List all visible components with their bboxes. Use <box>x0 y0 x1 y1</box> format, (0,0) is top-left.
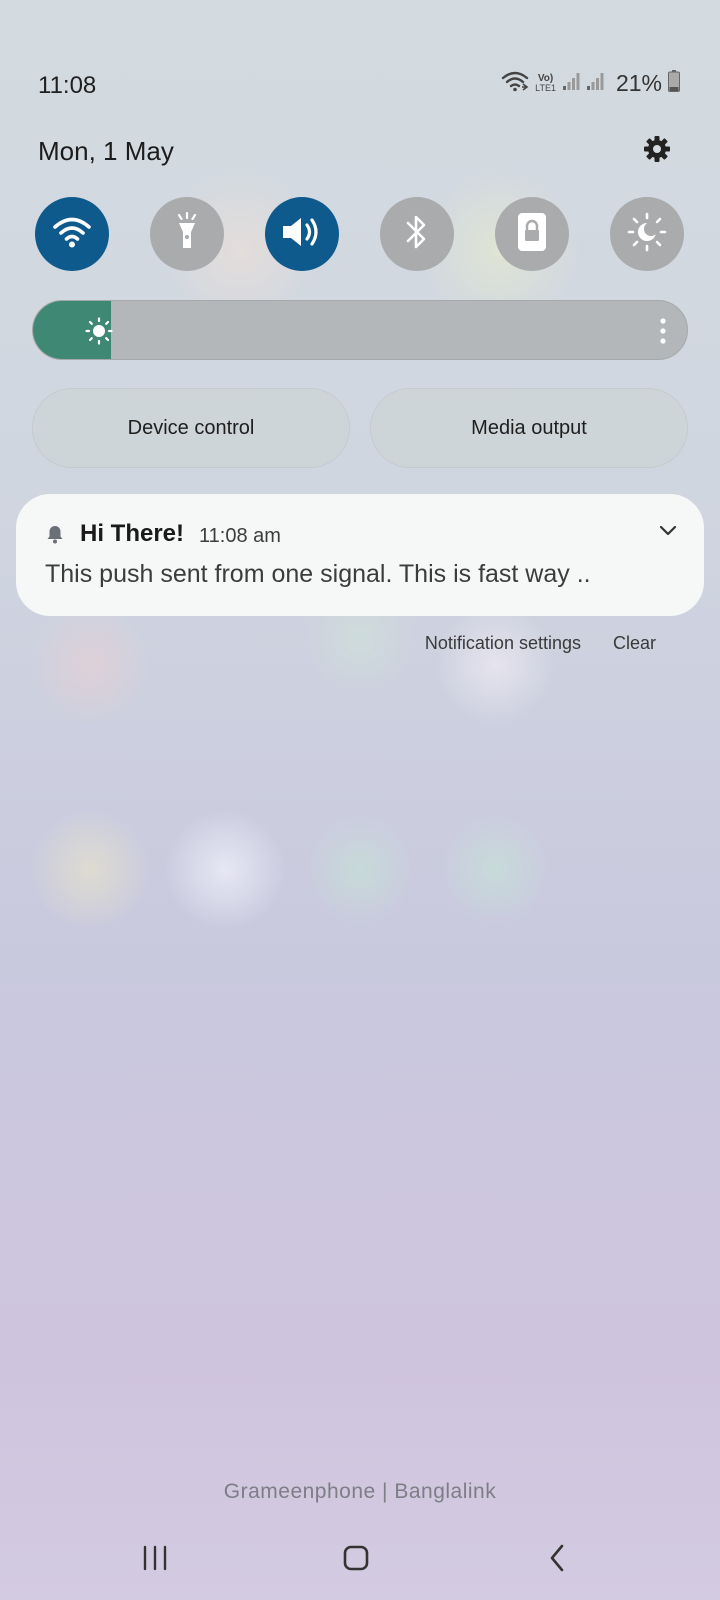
gear-icon <box>643 135 671 168</box>
bell-icon <box>46 524 64 549</box>
status-bar: 11:08 Vo) LTE1 21% <box>0 0 720 120</box>
wifi-icon <box>52 215 92 254</box>
media-output-label: Media output <box>471 416 587 439</box>
volte-icon: Vo) LTE1 <box>535 74 556 93</box>
chevron-down-icon[interactable] <box>656 518 680 542</box>
brightness-slider[interactable] <box>32 300 688 360</box>
lte-label: LTE1 <box>535 83 556 93</box>
screen-lock-toggle[interactable] <box>495 197 569 271</box>
more-options-icon[interactable] <box>659 317 667 345</box>
flashlight-icon <box>172 211 202 257</box>
back-icon <box>547 1543 567 1578</box>
signal-sim1-icon <box>562 71 580 96</box>
bluetooth-toggle[interactable] <box>380 197 454 271</box>
quick-settings-row <box>35 197 685 271</box>
status-icons: Vo) LTE1 21% <box>501 70 680 97</box>
wifi-calling-icon <box>501 70 529 97</box>
back-button[interactable] <box>533 1540 581 1580</box>
brightness-moon-icon <box>627 212 667 257</box>
sun-icon <box>85 317 113 350</box>
notification-body: This push sent from one signal. This is … <box>45 560 591 588</box>
dark-mode-toggle[interactable] <box>610 197 684 271</box>
navigation-bar <box>0 1530 720 1590</box>
device-control-label: Device control <box>127 416 255 439</box>
settings-button[interactable] <box>640 134 674 168</box>
recents-icon <box>141 1545 169 1576</box>
home-button[interactable] <box>332 1540 380 1580</box>
notification-card[interactable]: Hi There! 11:08 am This push sent from o… <box>16 494 704 616</box>
date-label: Mon, 1 May <box>38 136 174 166</box>
sound-toggle[interactable] <box>265 197 339 271</box>
battery-icon <box>668 70 680 97</box>
flashlight-toggle[interactable] <box>150 197 224 271</box>
recents-button[interactable] <box>131 1540 179 1580</box>
wifi-toggle[interactable] <box>35 197 109 271</box>
volume-icon <box>280 214 324 255</box>
notification-time: 11:08 am <box>199 525 281 547</box>
signal-sim2-icon <box>586 71 604 96</box>
carrier-label: Grameenphone | Banglalink <box>223 1480 497 1503</box>
notification-actions: Notification settings Clear <box>425 633 656 654</box>
media-output-button[interactable]: Media output <box>370 388 688 468</box>
home-icon <box>342 1544 370 1577</box>
notification-settings-button[interactable]: Notification settings <box>425 633 581 654</box>
clear-button[interactable]: Clear <box>613 633 656 654</box>
lock-icon <box>516 211 548 258</box>
battery-percent: 21% <box>615 70 662 96</box>
bluetooth-icon <box>404 212 430 257</box>
notification-title: Hi There! <box>80 520 185 547</box>
status-clock: 11:08 <box>38 72 97 99</box>
device-control-button[interactable]: Device control <box>32 388 350 468</box>
